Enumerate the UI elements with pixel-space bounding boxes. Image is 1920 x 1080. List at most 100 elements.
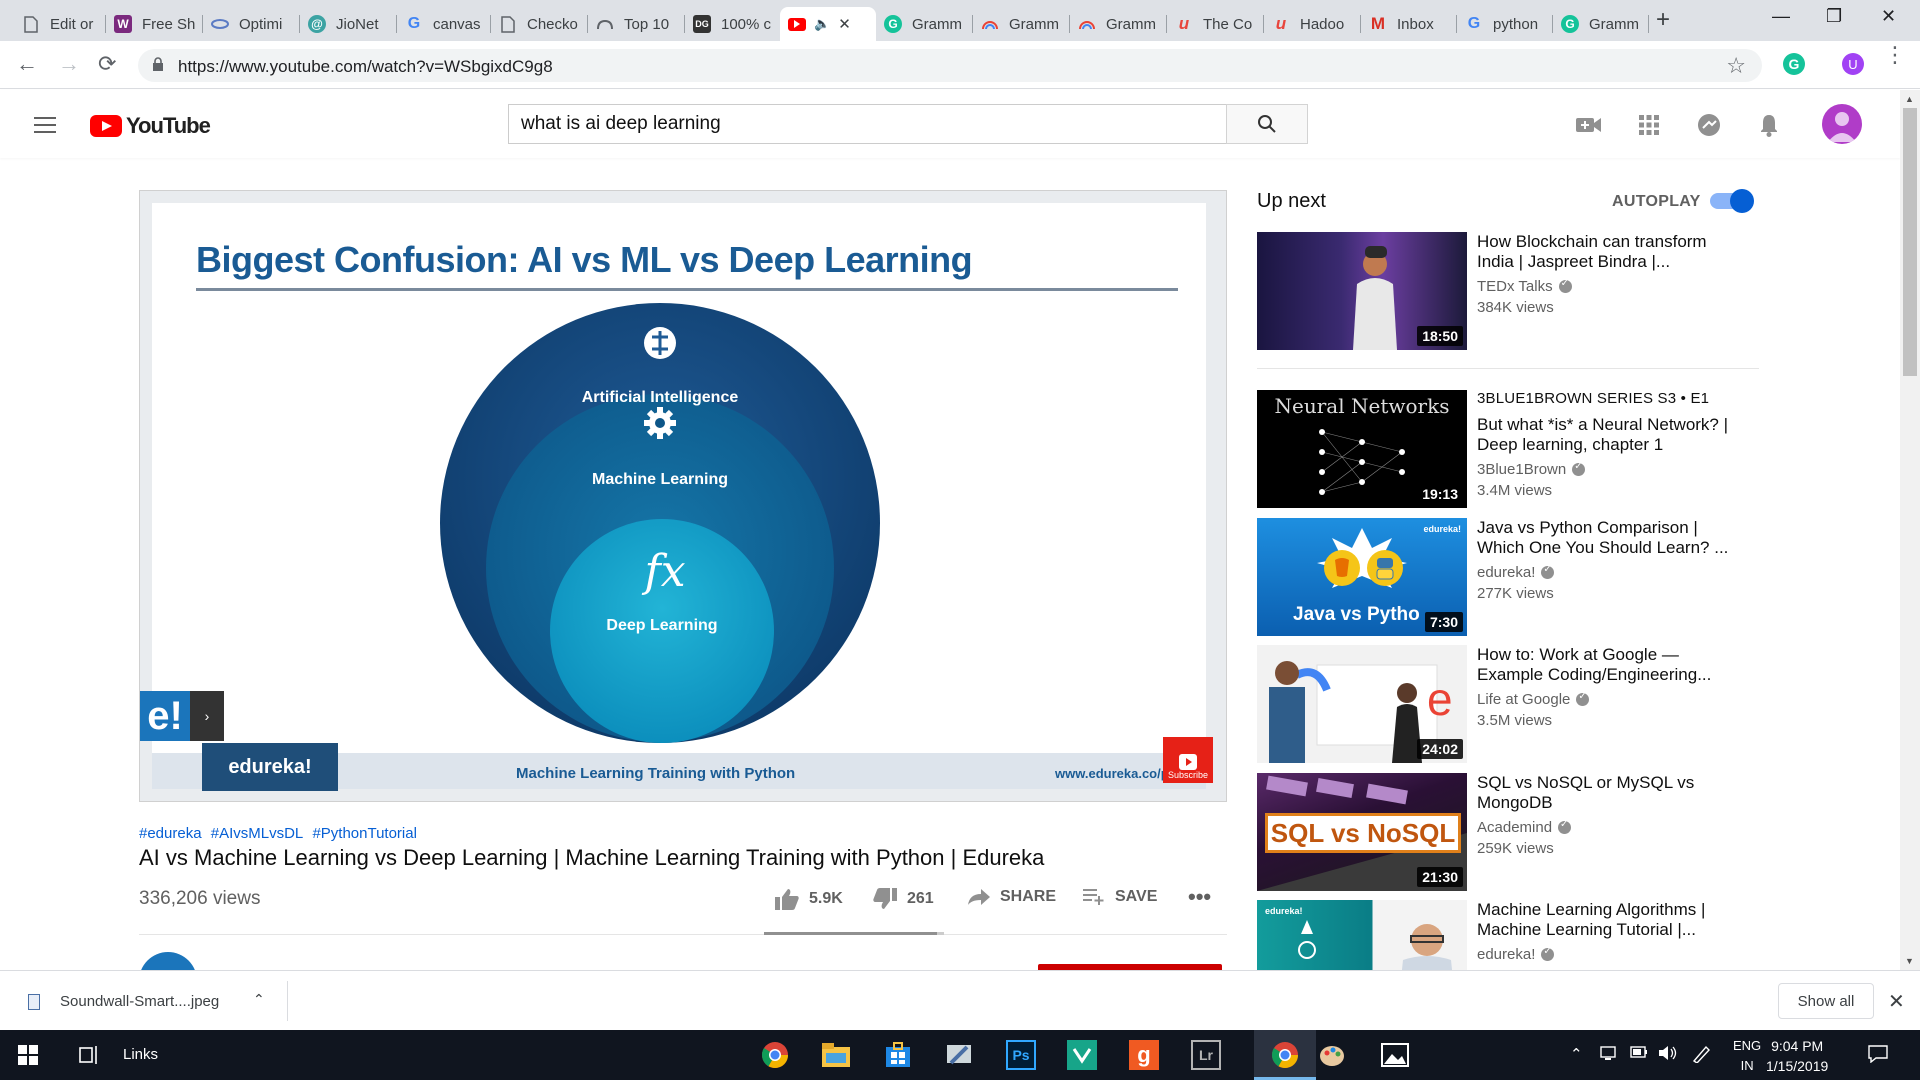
profile-avatar[interactable]: U <box>1842 53 1864 75</box>
create-video-icon[interactable] <box>1576 112 1602 138</box>
share-button[interactable]: SHARE <box>968 888 1056 906</box>
video-thumbnail[interactable]: SQL vs NoSQL 21:30 <box>1257 773 1467 891</box>
recommendation-item[interactable]: edureka! Machine Learning Algorithms | M… <box>1257 900 1757 970</box>
paint-app-icon[interactable] <box>944 1040 974 1070</box>
scroll-up-icon[interactable]: ▲ <box>1905 94 1914 104</box>
browser-tab[interactable]: Optimi <box>203 7 300 41</box>
browser-tab[interactable]: G canvas <box>397 7 491 41</box>
paint3d-icon[interactable] <box>1317 1040 1347 1070</box>
browser-menu-icon[interactable]: ⋮ <box>1884 44 1906 66</box>
rec-channel[interactable]: edureka! <box>1477 946 1535 963</box>
user-avatar[interactable] <box>1822 104 1862 144</box>
chrome-active-taskbar-icon[interactable] <box>1270 1040 1300 1070</box>
youtube-logo[interactable]: YouTube <box>90 113 211 139</box>
rec-title[interactable]: Java vs Python Comparison | Which One Yo… <box>1477 518 1747 558</box>
browser-tab[interactable]: G Gramm <box>1553 7 1649 41</box>
tray-chevron-icon[interactable]: ⌃ <box>1570 1045 1583 1063</box>
dislike-button[interactable]: 261 <box>873 888 934 910</box>
messages-icon[interactable] <box>1696 112 1722 138</box>
reload-button[interactable]: ⟳ <box>98 51 116 77</box>
recommendation-item[interactable]: e 24:02 How to: Work at Google — Example… <box>1257 645 1757 765</box>
back-button[interactable]: ← <box>16 51 38 77</box>
scrollbar-thumb[interactable] <box>1903 108 1917 376</box>
recommendation-item[interactable]: edureka! Java vs Pytho 7:30 Java vs Pyth… <box>1257 518 1757 638</box>
page-scrollbar[interactable]: ▲ ▼ <box>1900 90 1920 970</box>
browser-tab[interactable]: @ JioNet <box>300 7 397 41</box>
maximize-button[interactable]: ❐ <box>1826 6 1842 27</box>
file-explorer-icon[interactable] <box>821 1040 851 1070</box>
browser-tab[interactable]: Gramm <box>973 7 1070 41</box>
browser-tab[interactable]: M Inbox <box>1361 7 1457 41</box>
video-thumbnail[interactable]: Neural Networks 19:13 <box>1257 390 1467 508</box>
volume-icon[interactable] <box>1658 1045 1678 1065</box>
rec-title[interactable]: How to: Work at Google — Example Coding/… <box>1477 645 1747 685</box>
save-button[interactable]: SAVE <box>1083 888 1157 906</box>
more-actions-icon[interactable]: ••• <box>1188 884 1211 910</box>
rec-channel[interactable]: Life at Google <box>1477 691 1570 708</box>
like-button[interactable]: 5.9K <box>775 888 843 910</box>
new-tab-button[interactable]: + <box>1656 6 1670 34</box>
bookmark-star-icon[interactable]: ☆ <box>1726 53 1746 79</box>
forward-button[interactable]: → <box>58 51 80 77</box>
recommendation-item[interactable]: SQL vs NoSQL 21:30 SQL vs NoSQL or MySQL… <box>1257 773 1757 893</box>
pen-ink-icon[interactable] <box>1692 1045 1712 1067</box>
video-thumbnail[interactable]: 18:50 <box>1257 232 1467 350</box>
photos-icon[interactable] <box>1380 1040 1410 1070</box>
action-center-icon[interactable] <box>1868 1045 1888 1067</box>
hashtag-link[interactable]: #edureka <box>139 825 202 842</box>
hashtag-link[interactable]: #AIvsMLvsDL <box>211 825 304 842</box>
rec-title[interactable]: Machine Learning Algorithms | Machine Le… <box>1477 900 1747 940</box>
battery-icon[interactable] <box>1630 1045 1648 1062</box>
rec-title[interactable]: But what *is* a Neural Network? | Deep l… <box>1477 415 1747 455</box>
menu-icon[interactable] <box>34 117 56 133</box>
chevron-up-icon[interactable]: ⌃ <box>253 991 265 1008</box>
search-box[interactable] <box>508 104 1226 144</box>
close-window-button[interactable]: ✕ <box>1881 6 1896 27</box>
subscribe-watermark[interactable]: Subscribe <box>1163 737 1213 783</box>
photoshop-icon[interactable]: Ps <box>1006 1040 1036 1070</box>
address-bar[interactable]: https://www.youtube.com/watch?v=WSbgixdC… <box>138 49 1762 82</box>
browser-tab[interactable]: DG 100% c <box>685 7 780 41</box>
channel-watermark[interactable]: e! <box>140 691 190 741</box>
audio-playing-icon[interactable]: 🔈 <box>814 16 830 32</box>
rec-title[interactable]: SQL vs NoSQL or MySQL vs MongoDB <box>1477 773 1747 813</box>
browser-tab[interactable]: G Gramm <box>876 7 973 41</box>
search-input[interactable] <box>509 105 1226 143</box>
browser-tab-active[interactable]: 🔈 ✕ <box>780 7 876 41</box>
browser-tab[interactable]: u Hadoo <box>1264 7 1361 41</box>
browser-tab[interactable]: Gramm <box>1070 7 1167 41</box>
watermark-expand-arrow[interactable]: › <box>190 691 224 741</box>
recommendation-item[interactable]: Neural Networks 19:13 3BLUE1BROWN SERIES… <box>1257 390 1757 510</box>
video-thumbnail[interactable]: edureka! Java vs Pytho 7:30 <box>1257 518 1467 636</box>
download-item[interactable]: Soundwall-Smart....jpeg <box>28 993 219 1010</box>
notifications-bell-icon[interactable] <box>1756 112 1782 138</box>
windows-start-icon[interactable] <box>18 1045 38 1065</box>
task-view-icon[interactable] <box>78 1044 100 1066</box>
scroll-down-icon[interactable]: ▼ <box>1905 956 1914 966</box>
store-icon[interactable] <box>883 1040 913 1070</box>
show-all-button[interactable]: Show all <box>1778 983 1874 1019</box>
rec-channel[interactable]: TEDx Talks <box>1477 278 1553 295</box>
browser-tab[interactable]: Edit or <box>14 7 106 41</box>
rec-title[interactable]: How Blockchain can transform India | Jas… <box>1477 232 1747 272</box>
recommendation-item[interactable]: 18:50 How Blockchain can transform India… <box>1257 232 1757 352</box>
input-language-indicator[interactable]: ENG IN <box>1733 1036 1761 1076</box>
grammarly-extension-icon[interactable]: G <box>1783 53 1805 75</box>
rec-channel[interactable]: edureka! <box>1477 564 1535 581</box>
unknown-app-icon[interactable] <box>1067 1040 1097 1070</box>
browser-tab[interactable]: u The Co <box>1167 7 1264 41</box>
browser-tab[interactable]: W Free Sh <box>106 7 203 41</box>
autoplay-toggle[interactable] <box>1710 189 1754 213</box>
browser-tab[interactable]: G python <box>1457 7 1553 41</box>
video-thumbnail[interactable]: edureka! <box>1257 900 1467 970</box>
close-download-shelf-icon[interactable]: ✕ <box>1888 989 1905 1014</box>
rec-channel[interactable]: Academind <box>1477 819 1552 836</box>
g-app-icon[interactable]: g <box>1129 1040 1159 1070</box>
links-toolbar[interactable]: Links <box>123 1046 158 1063</box>
browser-tab[interactable]: Checko <box>491 7 588 41</box>
apps-grid-icon[interactable] <box>1636 112 1662 138</box>
search-button[interactable] <box>1226 104 1308 144</box>
browser-tab[interactable]: Top 10 <box>588 7 685 41</box>
rec-channel[interactable]: 3Blue1Brown <box>1477 461 1566 478</box>
minimize-button[interactable]: — <box>1772 6 1790 27</box>
